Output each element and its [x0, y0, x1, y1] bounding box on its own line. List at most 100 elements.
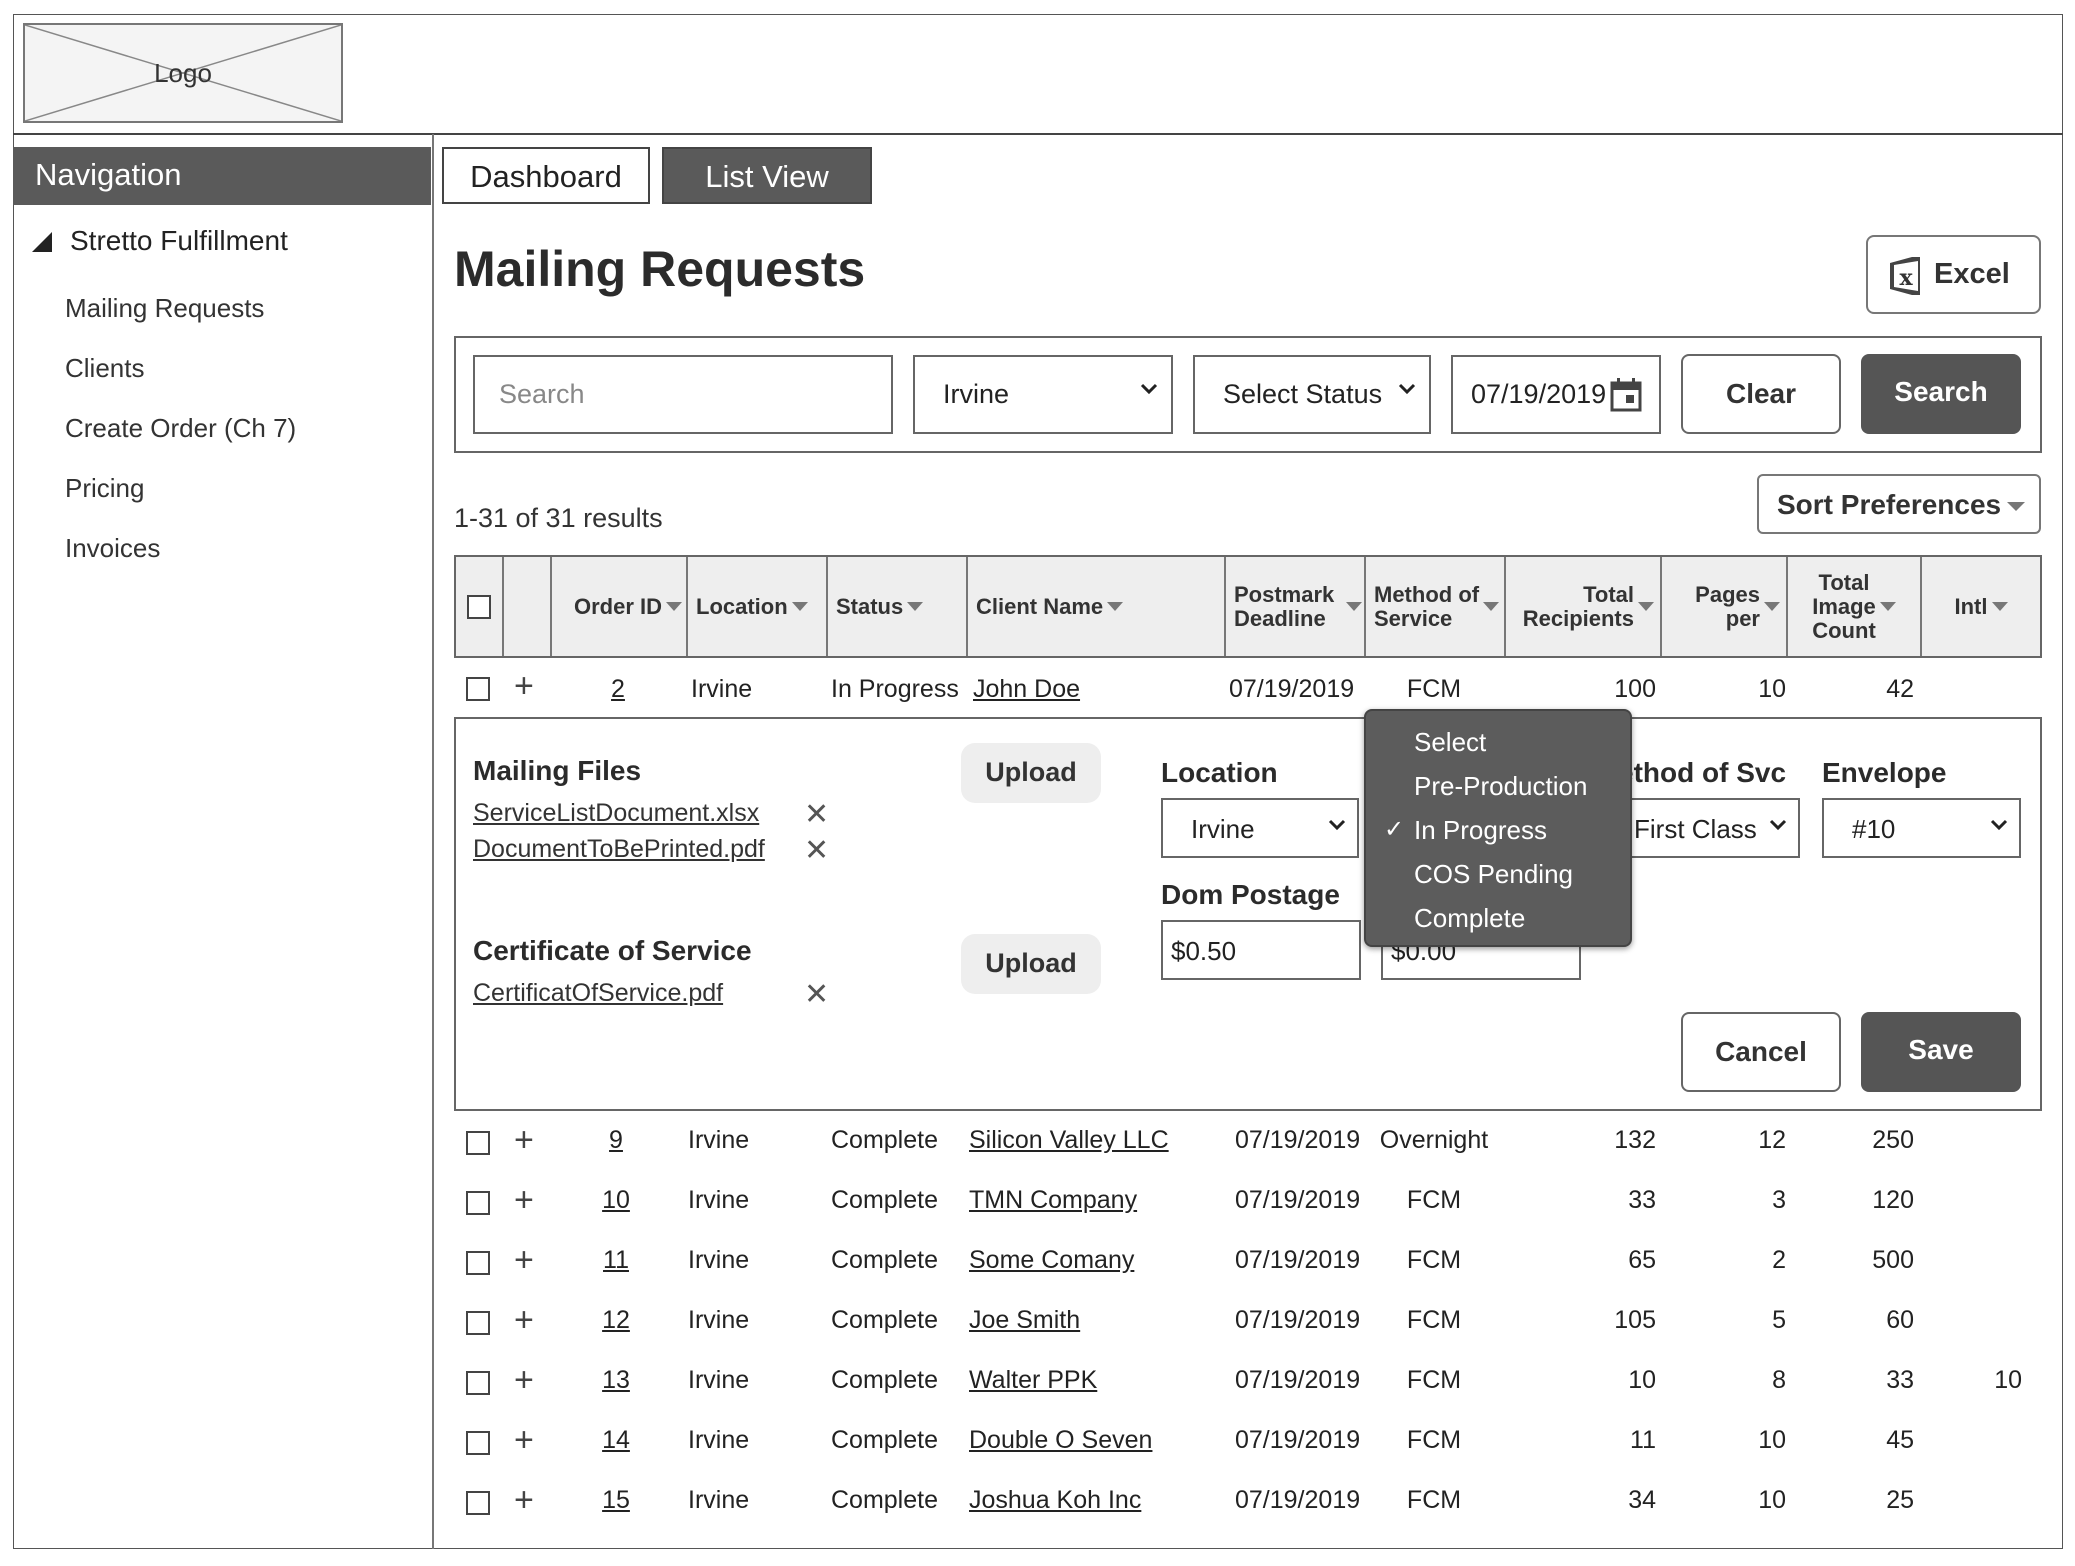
row-status: Complete — [831, 1306, 938, 1334]
header-postmark-deadline[interactable]: Postmark Deadline — [1226, 557, 1366, 656]
chevron-down-icon — [1328, 819, 1346, 831]
caret-down-icon — [907, 602, 924, 611]
status-option-select[interactable]: Select — [1414, 727, 1486, 758]
select-all-checkbox[interactable] — [467, 594, 491, 619]
client-name-link[interactable]: Silicon Valley LLC — [969, 1126, 1169, 1155]
plus-icon[interactable]: + — [514, 669, 534, 703]
client-name-link[interactable]: Some Comany — [969, 1246, 1134, 1275]
close-icon[interactable]: ✕ — [804, 833, 829, 868]
cos-file-link[interactable]: CertificatOfService.pdf — [473, 979, 723, 1008]
header-select-all-cell — [456, 557, 504, 656]
row-checkbox[interactable] — [466, 1311, 490, 1335]
header-location-label: Location — [696, 593, 788, 619]
tab-dashboard[interactable]: Dashboard — [442, 147, 650, 204]
row-checkbox[interactable] — [466, 1191, 490, 1215]
check-icon: ✓ — [1384, 816, 1405, 843]
order-id-link[interactable]: 12 — [596, 1306, 636, 1335]
dom-postage-input[interactable]: $0.50 — [1161, 920, 1361, 980]
order-id-link[interactable]: 15 — [596, 1486, 636, 1515]
close-icon[interactable]: ✕ — [804, 977, 829, 1012]
header-pages-per[interactable]: Pages per — [1662, 557, 1788, 656]
header-total-image-count[interactable]: Total Image Count — [1788, 557, 1922, 656]
status-option-pre-production[interactable]: Pre-Production — [1414, 771, 1587, 802]
clear-button[interactable]: Clear — [1681, 354, 1841, 434]
order-id-link[interactable]: 13 — [596, 1366, 636, 1395]
excel-export-button[interactable]: x Excel — [1866, 235, 2041, 314]
plus-icon[interactable]: + — [514, 1243, 534, 1277]
row-deadline: 07/19/2019 — [1235, 1126, 1361, 1154]
row-checkbox[interactable] — [466, 1371, 490, 1395]
plus-icon[interactable]: + — [514, 1363, 534, 1397]
header-method-line2: Service — [1374, 605, 1453, 631]
header-divider — [13, 133, 2063, 135]
nav-item-invoices[interactable]: Invoices — [65, 533, 160, 564]
tab-list-view[interactable]: List View — [662, 147, 872, 204]
status-option-cos-pending[interactable]: COS Pending — [1414, 859, 1573, 890]
plus-icon[interactable]: + — [514, 1183, 534, 1217]
row-checkbox[interactable] — [466, 677, 490, 701]
header-order-id[interactable]: Order ID — [552, 557, 688, 656]
client-name-link[interactable]: TMN Company — [969, 1186, 1137, 1215]
row-images: 120 — [1872, 1186, 1914, 1214]
row-checkbox[interactable] — [466, 1251, 490, 1275]
panel-location-select[interactable]: Irvine — [1161, 798, 1359, 858]
row-recipients: 105 — [1614, 1306, 1656, 1334]
order-id-link[interactable]: 10 — [596, 1186, 636, 1215]
header-location[interactable]: Location — [688, 557, 828, 656]
close-icon[interactable]: ✕ — [804, 797, 829, 832]
header-intl[interactable]: Intl — [1922, 557, 2040, 656]
header-total-line2: Recipients — [1522, 605, 1634, 631]
sort-preferences-button[interactable]: Sort Preferences — [1757, 474, 2041, 534]
chevron-down-icon — [1398, 383, 1416, 395]
upload-cos-button[interactable]: Upload — [961, 934, 1101, 994]
search-button[interactable]: Search — [1861, 354, 2021, 434]
location-select-value: Irvine — [943, 379, 1010, 409]
order-id-link[interactable]: 14 — [596, 1426, 636, 1455]
cancel-button[interactable]: Cancel — [1681, 1012, 1841, 1092]
order-id-link[interactable]: 9 — [596, 1126, 636, 1155]
header-method-of-service[interactable]: Method of Service — [1366, 557, 1506, 656]
client-name-link[interactable]: John Doe — [973, 675, 1080, 704]
panel-location-value: Irvine — [1191, 814, 1255, 844]
plus-icon[interactable]: + — [514, 1483, 534, 1517]
save-button[interactable]: Save — [1861, 1012, 2021, 1092]
location-select[interactable]: Irvine — [913, 355, 1173, 434]
plus-icon[interactable]: + — [514, 1123, 534, 1157]
row-deadline: 07/19/2019 — [1229, 675, 1355, 703]
client-name-link[interactable]: Joshua Koh Inc — [969, 1486, 1141, 1515]
nav-item-clients[interactable]: Clients — [65, 353, 144, 384]
caret-down-icon — [1346, 602, 1363, 611]
status-select-value: Select Status — [1223, 379, 1383, 409]
status-option-complete[interactable]: Complete — [1414, 903, 1525, 934]
date-input[interactable]: 07/19/2019 — [1451, 355, 1661, 434]
row-location: Irvine — [691, 675, 753, 703]
header-status[interactable]: Status — [828, 557, 968, 656]
plus-icon[interactable]: + — [514, 1303, 534, 1337]
nav-item-create-order[interactable]: Create Order (Ch 7) — [65, 413, 296, 444]
client-name-link[interactable]: Double O Seven — [969, 1426, 1152, 1455]
order-id-link[interactable]: 2 — [600, 675, 636, 704]
nav-item-pricing[interactable]: Pricing — [65, 473, 144, 504]
row-checkbox[interactable] — [466, 1131, 490, 1155]
caret-down-icon — [1991, 602, 2008, 611]
upload-mailing-files-button[interactable]: Upload — [961, 743, 1101, 803]
file-link[interactable]: DocumentToBePrinted.pdf — [473, 835, 765, 864]
row-checkbox[interactable] — [466, 1491, 490, 1515]
search-input[interactable]: Search — [473, 355, 893, 434]
header-client-name[interactable]: Client Name — [968, 557, 1226, 656]
client-name-link[interactable]: Joe Smith — [969, 1306, 1080, 1335]
nav-group-stretto[interactable]: Stretto Fulfillment — [32, 225, 288, 257]
header-total-recipients[interactable]: Total Recipients — [1506, 557, 1662, 656]
file-link[interactable]: ServiceListDocument.xlsx — [473, 799, 759, 828]
row-deadline: 07/19/2019 — [1235, 1246, 1361, 1274]
row-checkbox[interactable] — [466, 1431, 490, 1455]
header-image-label: Total Image Count — [1812, 570, 1876, 643]
status-select[interactable]: Select Status — [1193, 355, 1431, 434]
nav-item-mailing-requests[interactable]: Mailing Requests — [65, 293, 264, 324]
panel-envelope-select[interactable]: #10 — [1822, 798, 2021, 858]
order-id-link[interactable]: 11 — [596, 1246, 636, 1275]
status-option-in-progress[interactable]: In Progress — [1414, 815, 1547, 846]
client-name-link[interactable]: Walter PPK — [969, 1366, 1097, 1395]
calendar-icon[interactable] — [1609, 377, 1643, 413]
plus-icon[interactable]: + — [514, 1423, 534, 1457]
